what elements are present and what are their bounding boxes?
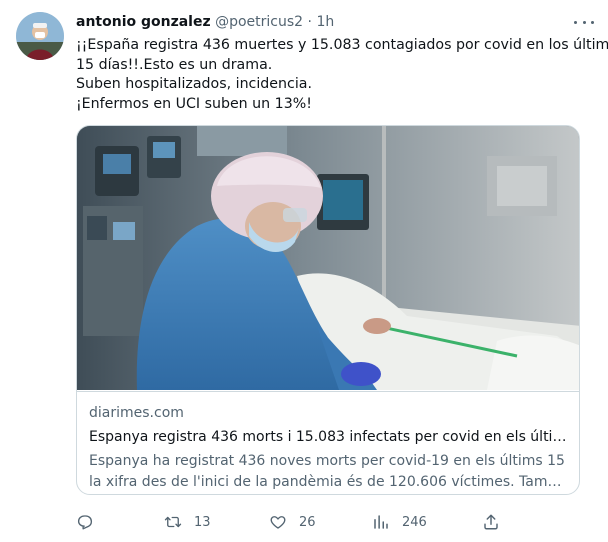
like-button[interactable]: 26: [269, 508, 316, 536]
views-icon: [374, 515, 388, 529]
like-count: 26: [299, 514, 316, 530]
card-domain: diarimes.com: [89, 405, 184, 421]
heart-icon: [270, 516, 286, 529]
tweet-text-line: Suben hospitalizados, incidencia.: [76, 76, 312, 92]
card-image[interactable]: [77, 126, 579, 390]
tweet-actions: 13 26 246: [76, 508, 516, 536]
separator-dot: ·: [307, 14, 312, 30]
card-body[interactable]: diarimes.com Espanya registra 436 morts …: [77, 391, 579, 490]
avatar[interactable]: [16, 12, 64, 60]
tweet-text-line: 15 días!!.Esto es un drama.: [76, 56, 273, 73]
tweet-text-line: ¡Enfermos en UCI suben un 13%!: [76, 95, 312, 112]
reply-button[interactable]: [76, 508, 106, 536]
more-icon[interactable]: [574, 14, 594, 30]
reply-icon: [77, 515, 93, 530]
card-description-line: la xifra des de l'inici de la pandèmia é…: [89, 474, 569, 490]
retweet-button[interactable]: 13: [164, 508, 211, 536]
card-photo: [77, 126, 579, 390]
tweet[interactable]: antonio gonzalez @poetricus2 · 1h ¡¡Espa…: [0, 0, 608, 542]
timestamp[interactable]: 1h: [316, 14, 334, 30]
card-title: Espanya registra 436 morts i 15.083 infe…: [89, 429, 569, 445]
share-icon: [484, 514, 498, 530]
tweet-text: ¡¡España registra 436 muertes y 15.083 c…: [76, 36, 608, 114]
tweet-text-line: ¡¡España registra 436 muertes y 15.083 c…: [76, 37, 608, 53]
avatar-image: [16, 12, 64, 60]
views-count: 246: [402, 514, 427, 530]
user-name[interactable]: antonio gonzalez: [76, 14, 211, 30]
card-description-line: Espanya ha registrat 436 noves morts per…: [89, 453, 569, 469]
share-button[interactable]: [482, 508, 500, 536]
card-description: Espanya ha registrat 436 noves morts per…: [89, 451, 569, 493]
user-handle[interactable]: @poetricus2: [215, 14, 303, 30]
retweet-count: 13: [194, 514, 211, 530]
link-card[interactable]: diarimes.com Espanya registra 436 morts …: [76, 125, 580, 495]
tweet-header: antonio gonzalez @poetricus2 · 1h: [76, 12, 588, 32]
retweet-icon: [164, 516, 182, 528]
views-button[interactable]: 246: [372, 508, 427, 536]
